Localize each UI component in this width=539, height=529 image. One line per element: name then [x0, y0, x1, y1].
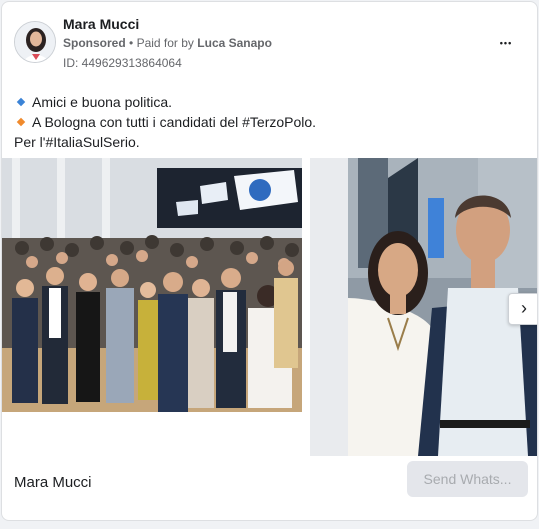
more-horizontal-icon: ••• — [499, 38, 513, 48]
cta-label: Send Whats... — [423, 471, 512, 487]
blue-diamond-icon — [16, 97, 26, 107]
sponsored-line: Sponsored • Paid for by Luca Sanapo — [63, 36, 272, 50]
body-line-3: Per l'#ItaliaSulSerio. — [14, 132, 316, 152]
orange-diamond-icon — [16, 117, 26, 127]
carousel-next-button[interactable]: › — [508, 293, 537, 325]
body-line-text: A Bologna con tutti i candidati del #Ter… — [32, 114, 317, 130]
ad-card: Mara Mucci Sponsored • Paid for by Luca … — [1, 1, 538, 521]
send-whatsapp-button[interactable]: Send Whats... — [407, 461, 528, 497]
ad-id: ID: 449629313864064 — [63, 56, 182, 70]
paid-for-prefix: Paid for by — [136, 36, 194, 50]
group-photo-image — [2, 158, 302, 412]
carousel-gap — [310, 158, 348, 456]
body-line-1: Amici e buona politica. — [14, 92, 316, 112]
body-line-2: A Bologna con tutti i candidati del #Ter… — [14, 112, 316, 132]
avatar-portrait-image — [15, 22, 55, 62]
separator-dot: • — [129, 36, 134, 50]
more-options-button[interactable]: ••• — [494, 30, 518, 54]
sponsored-label: Sponsored — [63, 36, 126, 50]
body-line-text: Amici e buona politica. — [32, 94, 173, 110]
media-carousel[interactable]: › — [2, 158, 537, 456]
page-avatar[interactable] — [14, 21, 56, 63]
footer-page-name[interactable]: Mara Mucci — [14, 474, 92, 491]
carousel-photo-group[interactable] — [2, 158, 302, 412]
payer-name[interactable]: Luca Sanapo — [197, 36, 272, 50]
page-name[interactable]: Mara Mucci — [63, 16, 139, 32]
body-line-text: Per l'#ItaliaSulSerio. — [14, 134, 140, 150]
chevron-right-icon: › — [521, 298, 527, 318]
ad-body-text: Amici e buona politica. A Bologna con tu… — [14, 92, 316, 152]
